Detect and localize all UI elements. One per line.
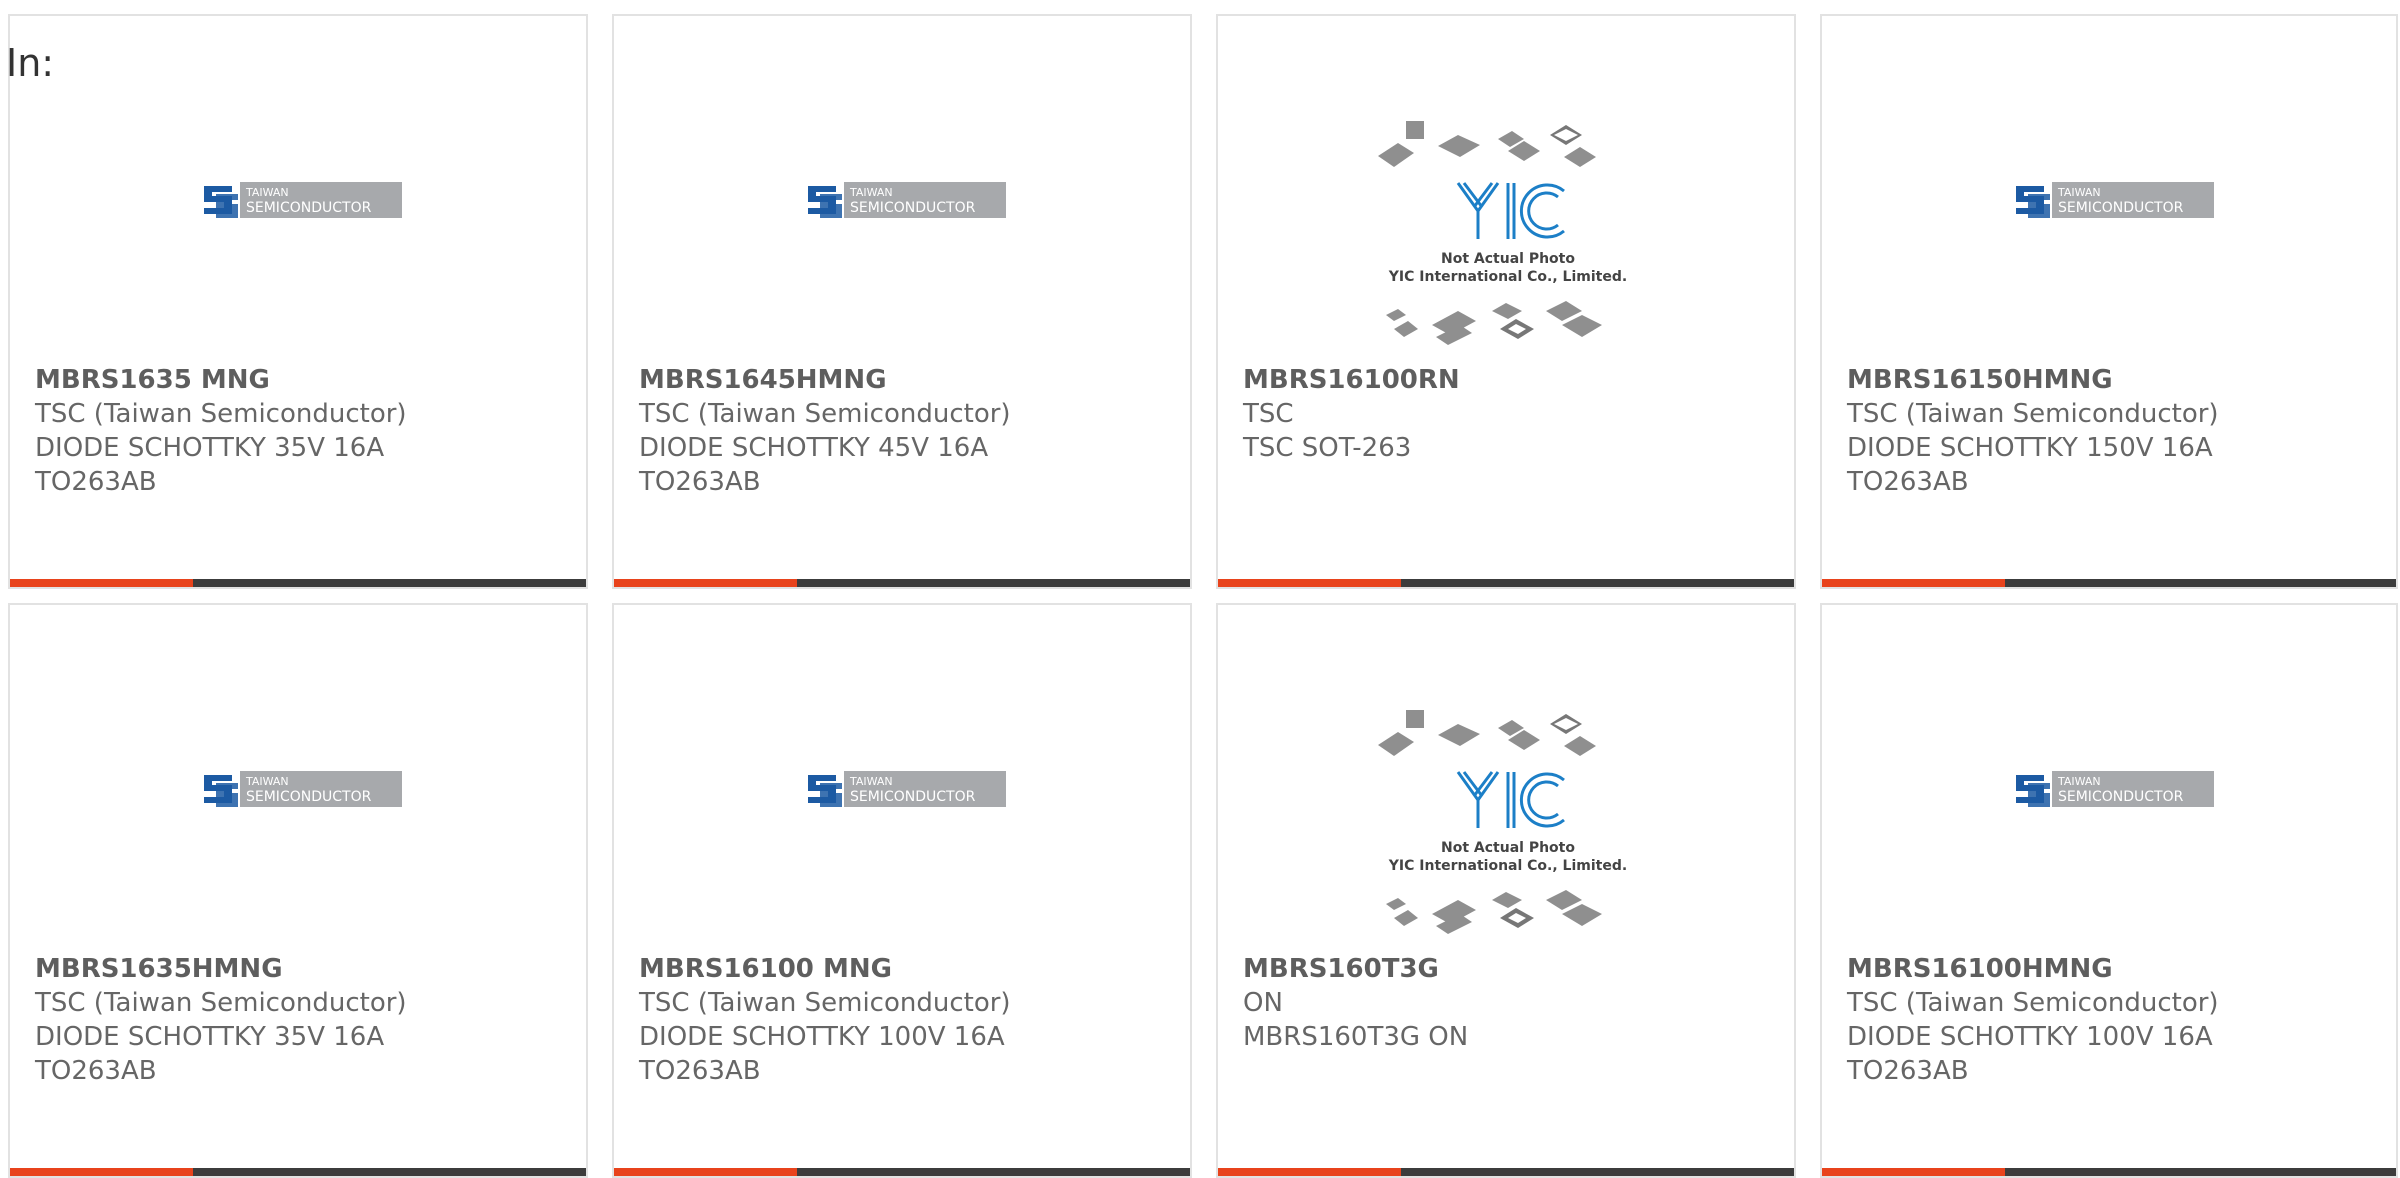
svg-text:YIC International Co., Limited: YIC International Co., Limited.	[1388, 269, 1627, 285]
description: TSC SOT-263	[1243, 433, 1412, 463]
product-card[interactable]: TAIWAN SEMICONDUCTOR MBRS1635HMNG TSC (T…	[8, 603, 588, 1178]
card-bottom-accent	[614, 579, 797, 587]
package: TO263AB	[1847, 467, 1969, 497]
card-bottom-bar	[1218, 1168, 1794, 1176]
card-bottom-accent	[1218, 579, 1401, 587]
product-grid: TAIWAN SEMICONDUCTOR MBRS1635 MNG TSC (T…	[0, 0, 2400, 1178]
svg-text:TAIWAN: TAIWAN	[849, 775, 893, 788]
svg-text:SEMICONDUCTOR: SEMICONDUCTOR	[2058, 789, 2184, 805]
card-bottom-bar	[1822, 579, 2396, 587]
product-image: Not Actual Photo YIC International Co., …	[1218, 56, 1794, 356]
product-card[interactable]: TAIWAN SEMICONDUCTOR MBRS16100 MNG TSC (…	[612, 603, 1192, 1178]
package: TO263AB	[639, 1056, 761, 1086]
manufacturer: TSC (Taiwan Semiconductor)	[1847, 399, 2219, 429]
card-bottom-accent	[1822, 1168, 2005, 1176]
part-number[interactable]: MBRS1635 MNG	[35, 363, 576, 397]
manufacturer: TSC (Taiwan Semiconductor)	[639, 988, 1011, 1018]
part-number[interactable]: MBRS1635HMNG	[35, 952, 576, 986]
package: TO263AB	[1847, 1056, 1969, 1086]
product-image: TAIWAN SEMICONDUCTOR	[614, 56, 1190, 356]
svg-text:SEMICONDUCTOR: SEMICONDUCTOR	[246, 789, 372, 805]
svg-text:SEMICONDUCTOR: SEMICONDUCTOR	[850, 200, 976, 216]
card-bottom-accent	[10, 1168, 193, 1176]
tsc-logo-image: TAIWAN SEMICONDUCTOR	[808, 182, 1006, 218]
card-bottom-bar	[614, 579, 1190, 587]
product-card[interactable]: TAIWAN SEMICONDUCTOR MBRS16100HMNG TSC (…	[1820, 603, 2398, 1178]
svg-text:YIC International Co., Limited: YIC International Co., Limited.	[1388, 858, 1627, 874]
svg-text:Not Actual Photo: Not Actual Photo	[1441, 840, 1575, 856]
part-number[interactable]: MBRS16100RN	[1243, 363, 1784, 397]
product-image: TAIWAN SEMICONDUCTOR	[10, 56, 586, 356]
product-card[interactable]: TAIWAN SEMICONDUCTOR MBRS16150HMNG TSC (…	[1820, 14, 2398, 589]
svg-text:SEMICONDUCTOR: SEMICONDUCTOR	[246, 200, 372, 216]
tsc-logo-image: TAIWAN SEMICONDUCTOR	[2016, 182, 2214, 218]
product-image: TAIWAN SEMICONDUCTOR	[10, 645, 586, 945]
card-bottom-accent	[10, 579, 193, 587]
manufacturer: TSC (Taiwan Semiconductor)	[35, 399, 407, 429]
description: DIODE SCHOTTKY 100V 16A	[1847, 1022, 2213, 1052]
product-image: Not Actual Photo YIC International Co., …	[1218, 645, 1794, 945]
package: TO263AB	[35, 467, 157, 497]
yic-placeholder-image: Not Actual Photo YIC International Co., …	[1378, 710, 1627, 934]
product-image: TAIWAN SEMICONDUCTOR	[1822, 56, 2396, 356]
manufacturer: TSC (Taiwan Semiconductor)	[35, 988, 407, 1018]
tsc-logo-image: TAIWAN SEMICONDUCTOR	[2016, 771, 2214, 807]
svg-text:SEMICONDUCTOR: SEMICONDUCTOR	[2058, 200, 2184, 216]
product-image: TAIWAN SEMICONDUCTOR	[1822, 645, 2396, 945]
manufacturer: TSC (Taiwan Semiconductor)	[1847, 988, 2219, 1018]
description: DIODE SCHOTTKY 150V 16A	[1847, 433, 2213, 463]
tsc-logo-image: TAIWAN SEMICONDUCTOR	[808, 771, 1006, 807]
card-bottom-bar	[1218, 579, 1794, 587]
manufacturer: TSC	[1243, 399, 1294, 429]
svg-text:SEMICONDUCTOR: SEMICONDUCTOR	[850, 789, 976, 805]
product-image: TAIWAN SEMICONDUCTOR	[614, 645, 1190, 945]
card-bottom-bar	[614, 1168, 1190, 1176]
card-bottom-accent	[1218, 1168, 1401, 1176]
description: DIODE SCHOTTKY 35V 16A	[35, 433, 385, 463]
card-bottom-bar	[10, 1168, 586, 1176]
svg-text:TAIWAN: TAIWAN	[849, 186, 893, 199]
description: DIODE SCHOTTKY 45V 16A	[639, 433, 989, 463]
description: MBRS160T3G ON	[1243, 1022, 1469, 1052]
manufacturer: ON	[1243, 988, 1283, 1018]
yic-placeholder-image: Not Actual Photo YIC International Co., …	[1378, 121, 1627, 345]
part-number[interactable]: MBRS160T3G	[1243, 952, 1784, 986]
description: DIODE SCHOTTKY 35V 16A	[35, 1022, 385, 1052]
package: TO263AB	[639, 467, 761, 497]
product-card[interactable]: TAIWAN SEMICONDUCTOR MBRS1635 MNG TSC (T…	[8, 14, 588, 589]
svg-text:TAIWAN: TAIWAN	[2057, 775, 2101, 788]
svg-text:Not Actual Photo: Not Actual Photo	[1441, 251, 1575, 267]
part-number[interactable]: MBRS16100 MNG	[639, 952, 1180, 986]
part-number[interactable]: MBRS16100HMNG	[1847, 952, 2386, 986]
tsc-logo-image: TAIWAN SEMICONDUCTOR	[204, 182, 402, 218]
manufacturer: TSC (Taiwan Semiconductor)	[639, 399, 1011, 429]
part-number[interactable]: MBRS16150HMNG	[1847, 363, 2386, 397]
card-bottom-bar	[10, 579, 586, 587]
svg-text:TAIWAN: TAIWAN	[2057, 186, 2101, 199]
tsc-logo-image: TAIWAN SEMICONDUCTOR	[204, 771, 402, 807]
part-number[interactable]: MBRS1645HMNG	[639, 363, 1180, 397]
description: DIODE SCHOTTKY 100V 16A	[639, 1022, 1005, 1052]
card-bottom-accent	[1822, 579, 2005, 587]
card-bottom-accent	[614, 1168, 797, 1176]
product-card[interactable]: Not Actual Photo YIC International Co., …	[1216, 603, 1796, 1178]
svg-text:TAIWAN: TAIWAN	[245, 775, 289, 788]
product-card[interactable]: Not Actual Photo YIC International Co., …	[1216, 14, 1796, 589]
svg-text:TAIWAN: TAIWAN	[245, 186, 289, 199]
filter-prefix-label: In:	[6, 41, 55, 85]
product-card[interactable]: TAIWAN SEMICONDUCTOR MBRS1645HMNG TSC (T…	[612, 14, 1192, 589]
package: TO263AB	[35, 1056, 157, 1086]
card-bottom-bar	[1822, 1168, 2396, 1176]
